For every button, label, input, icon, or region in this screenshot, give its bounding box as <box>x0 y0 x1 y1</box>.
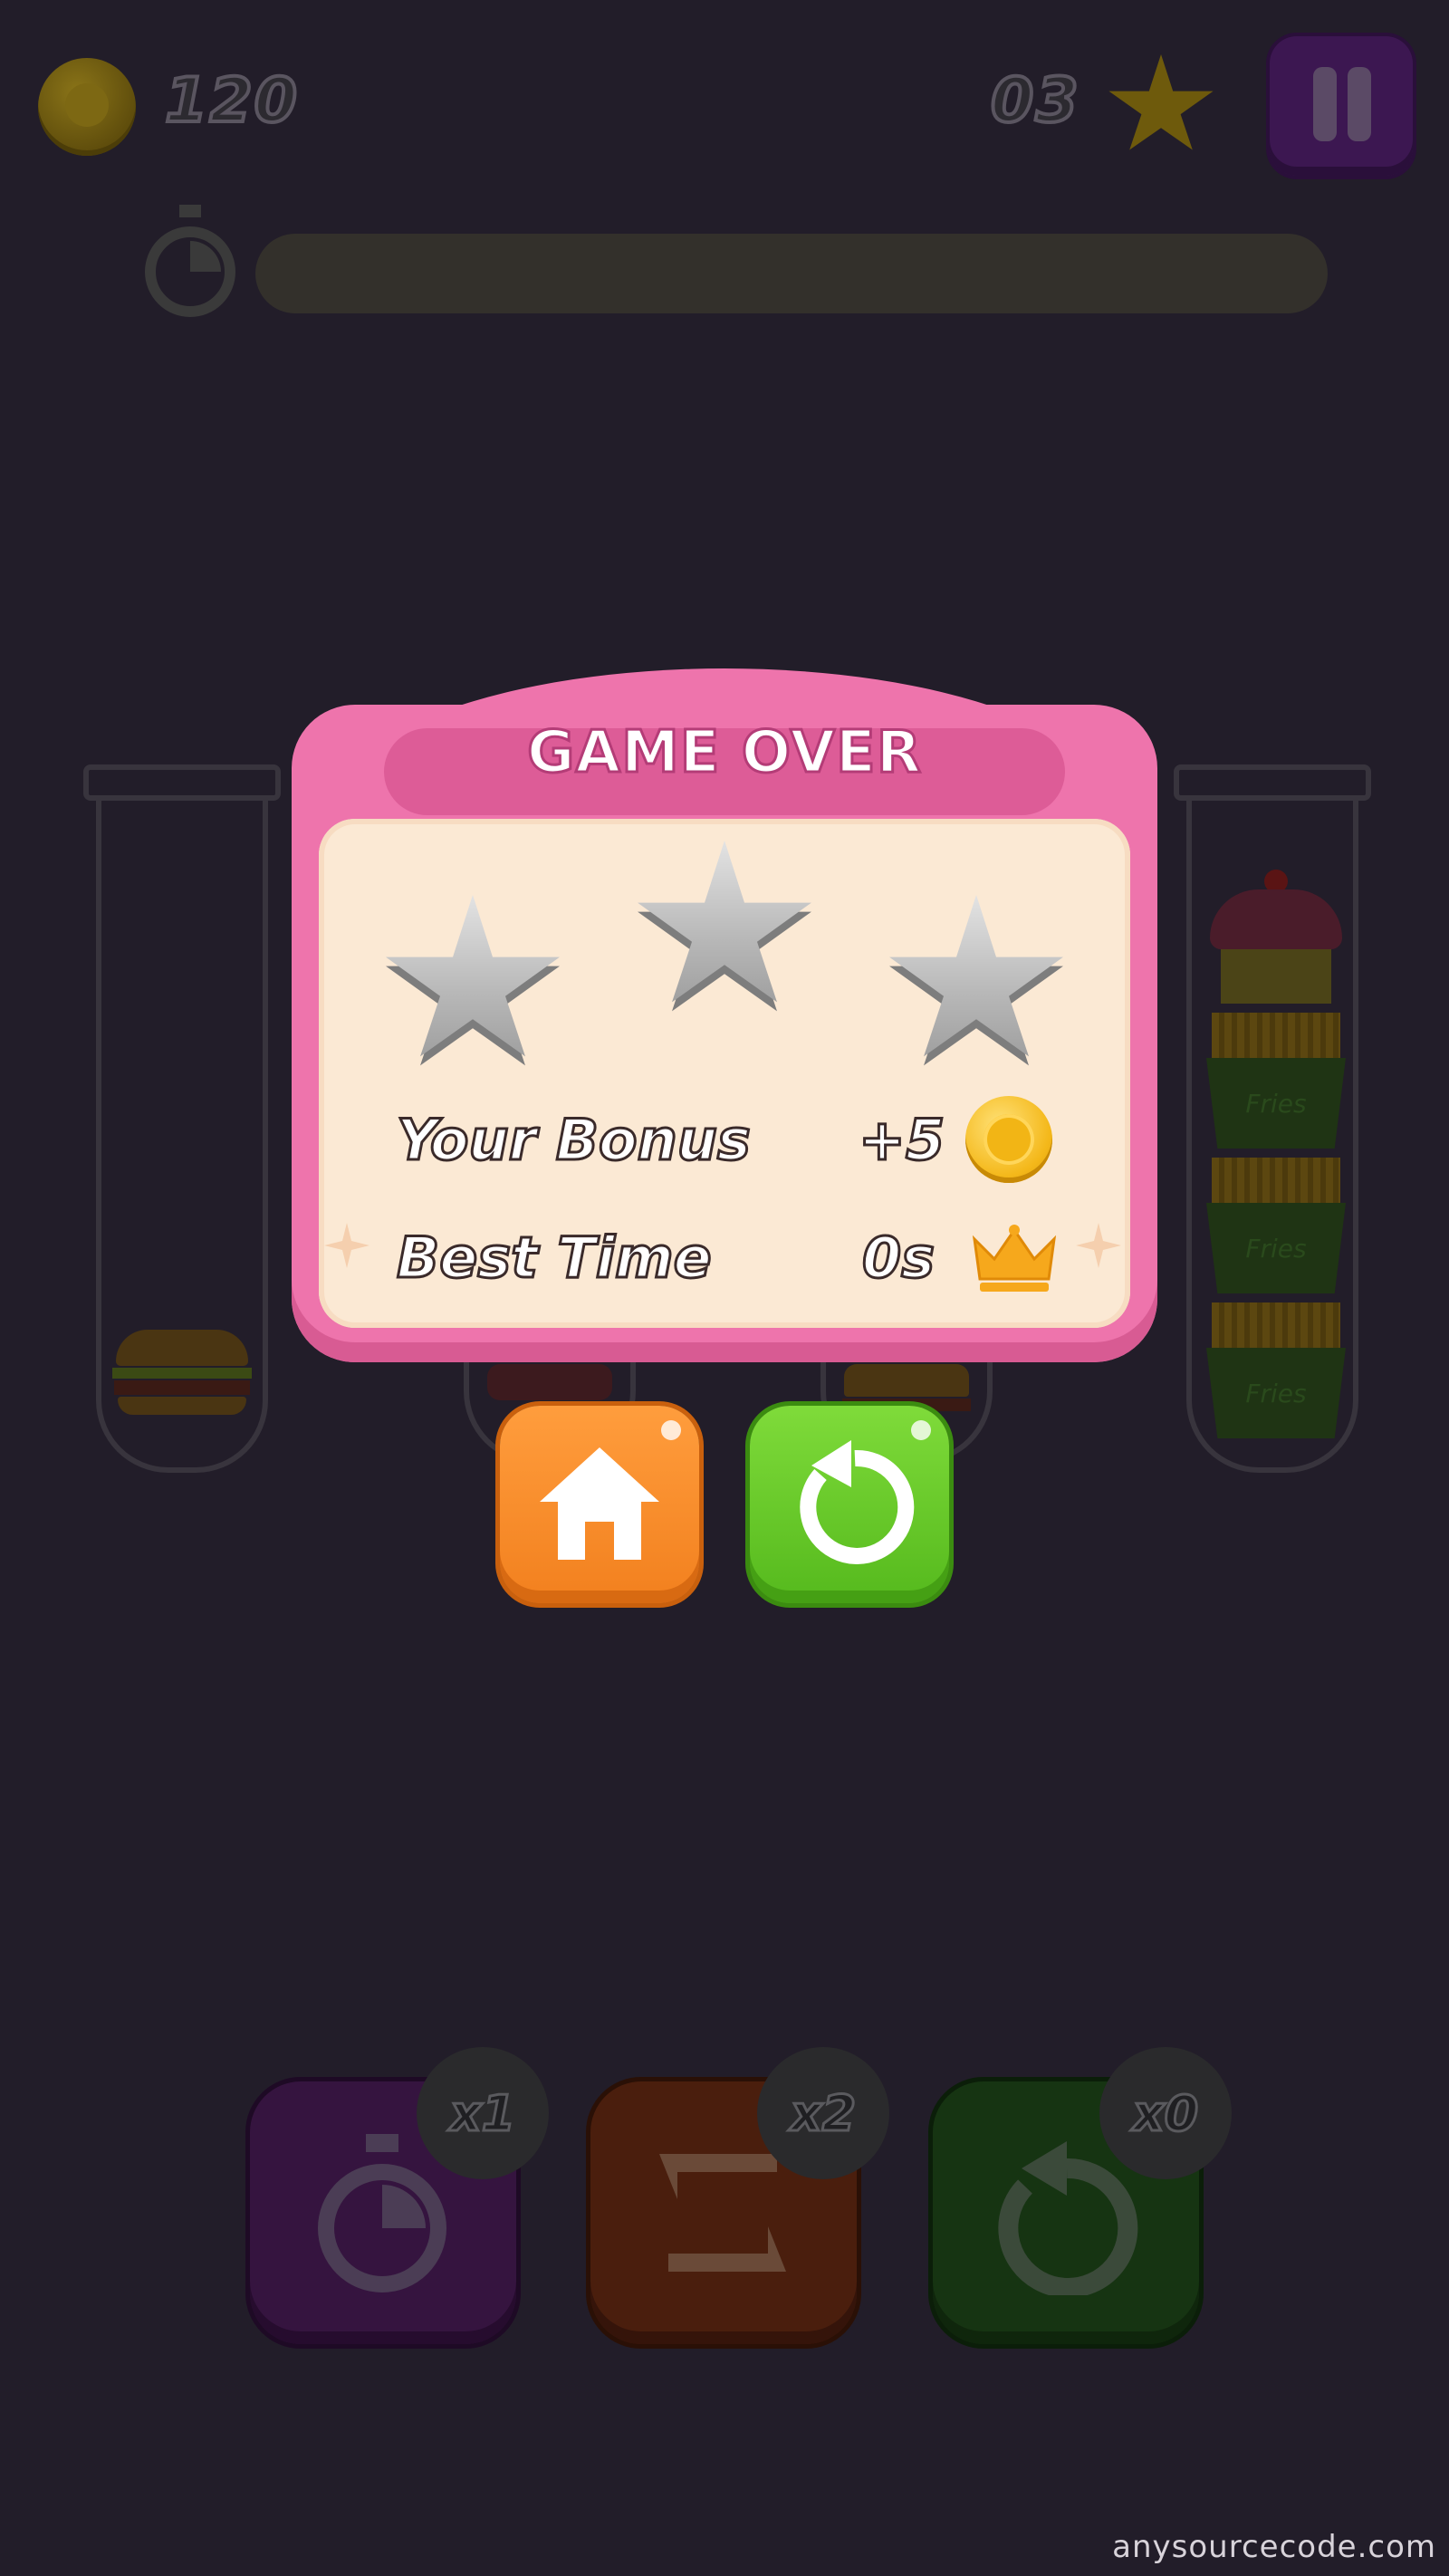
dialog-title: GAME OVER <box>526 718 923 788</box>
game-over-dialog: GAME OVER Your Bonus +5 Best Time 0s <box>292 668 1157 1362</box>
star-icon <box>386 895 560 1057</box>
bonus-value: +5 <box>857 1106 945 1175</box>
replay-button[interactable] <box>750 1406 949 1603</box>
pause-icon <box>1313 67 1337 141</box>
coin-icon <box>38 58 136 156</box>
best-time-label: Best Time <box>396 1224 714 1293</box>
pause-button[interactable] <box>1270 36 1413 176</box>
fries-label: Fries <box>1206 1348 1346 1438</box>
crown-icon <box>972 1225 1057 1292</box>
watermark: anysourcecode.com <box>1112 2529 1436 2565</box>
sparkle-icon <box>1076 1223 1121 1268</box>
star-icon <box>889 895 1063 1057</box>
booster-count-badge: x0 <box>1099 2047 1232 2179</box>
dialog-panel: Your Bonus +5 Best Time 0s <box>319 819 1130 1328</box>
tube-left[interactable] <box>96 795 268 1473</box>
coin-count: 120 <box>163 63 299 139</box>
booster-count-badge: x2 <box>757 2047 889 2179</box>
sparkle-icon <box>324 1223 369 1268</box>
replay-icon <box>800 1440 915 1564</box>
timer-bar <box>255 234 1328 313</box>
star-icon <box>638 841 811 1003</box>
star-icon <box>1108 54 1214 150</box>
swap-icon <box>659 2154 786 2272</box>
fries-label: Fries <box>1206 1058 1346 1149</box>
fries-label: Fries <box>1206 1203 1346 1293</box>
coin-icon <box>965 1096 1052 1183</box>
home-icon <box>540 1447 659 1560</box>
home-button[interactable] <box>500 1406 699 1603</box>
best-time-value: 0s <box>860 1224 936 1293</box>
booster-count-badge: x1 <box>417 2047 549 2179</box>
tube-right[interactable]: Fries Fries Fries <box>1186 795 1358 1473</box>
stopwatch-icon <box>145 205 235 317</box>
star-count: 03 <box>989 63 1080 139</box>
bonus-label: Your Bonus <box>396 1106 753 1175</box>
